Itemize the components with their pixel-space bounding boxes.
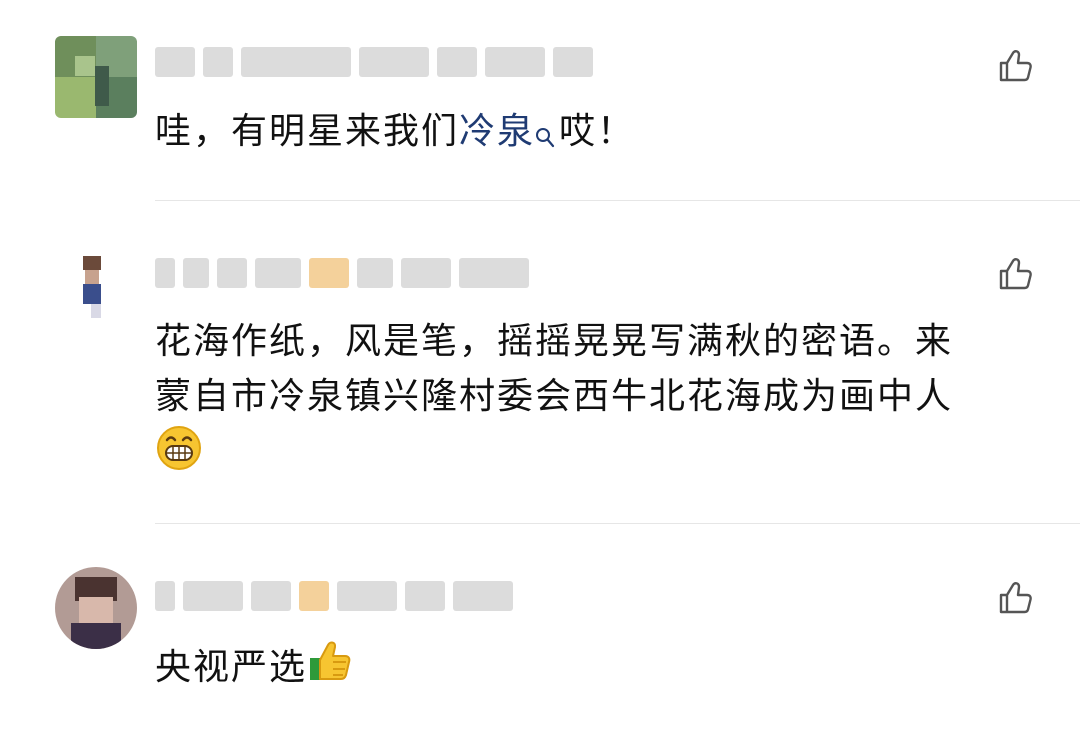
divider (155, 523, 1080, 524)
avatar[interactable] (55, 250, 137, 332)
avatar[interactable] (55, 36, 137, 118)
username-blurred (155, 255, 529, 291)
username-blurred (155, 44, 593, 80)
comment-text-line-1: 花海作纸，风是笔，摇摇晃晃写满秋的密语。来 (155, 321, 954, 362)
grinning-face-emoji (155, 424, 203, 488)
avatar[interactable] (55, 567, 137, 649)
search-icon[interactable] (535, 110, 555, 165)
like-icon[interactable] (997, 580, 1033, 616)
comment-text-content: 央视严选 (155, 647, 308, 688)
username-blurred (155, 578, 513, 614)
like-icon[interactable] (997, 256, 1033, 292)
topic-link[interactable]: 冷泉 (459, 111, 535, 152)
divider (155, 200, 1080, 201)
comment-text-start: 哇，有明星来我们 (155, 111, 460, 152)
comment-text: 哇，有明星来我们冷泉 哎！ (155, 104, 1035, 165)
comment-text: 花海作纸，风是笔，摇摇晃晃写满秋的密语。来 蒙自市冷泉镇兴隆村委会西牛北花海成为… (155, 314, 1035, 479)
comment-text-end: 哎！ (559, 111, 636, 152)
comment-text: 央视严选 (155, 638, 1035, 700)
comment-text-line-2: 蒙自市冷泉镇兴隆村委会西牛北花海成为画中人 (155, 376, 954, 417)
like-icon[interactable] (997, 48, 1033, 84)
thumbs-up-emoji (307, 638, 353, 700)
